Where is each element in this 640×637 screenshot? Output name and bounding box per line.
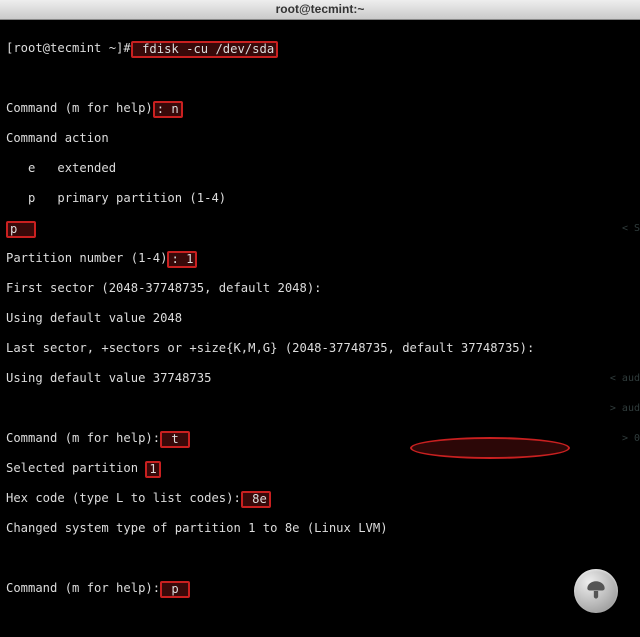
input-t: t [160, 431, 190, 448]
selected-partition-num: 1 [145, 461, 160, 478]
input-partnum: : 1 [167, 251, 197, 268]
input-n: : n [153, 101, 183, 118]
input-8e: 8e [241, 491, 271, 508]
partition-number-line: Partition number (1-4): 1 [6, 251, 634, 266]
blank [6, 71, 634, 86]
use-default-1: Using default value 2048 [6, 311, 634, 326]
oval-highlight-id-system [410, 437, 570, 459]
selected-partition: Selected partition 1 [6, 461, 634, 476]
input-p: p [6, 221, 36, 238]
blank [6, 551, 634, 566]
side-hint: < aud [610, 371, 640, 386]
cmd-help-3: Command (m for help): p [6, 581, 634, 596]
blank [6, 611, 634, 626]
window-titlebar: root@tecmint:~ [0, 0, 640, 20]
first-sector: First sector (2048-37748735, default 204… [6, 281, 634, 296]
side-hint: > 0 [622, 431, 640, 446]
changed-type: Changed system type of partition 1 to 8e… [6, 521, 634, 536]
opt-extended: e extended [6, 161, 634, 176]
side-hint: < S [622, 221, 640, 236]
last-sector: Last sector, +sectors or +size{K,M,G} (2… [6, 341, 634, 356]
cmd-fdisk: fdisk -cu /dev/sda [131, 41, 278, 58]
hex-code-line: Hex code (type L to list codes): 8e [6, 491, 634, 506]
prompt-prefix: [root@tecmint ~]# [6, 41, 131, 55]
cmd-action: Command action [6, 131, 634, 146]
use-default-2: Using default value 37748735< aud [6, 371, 634, 386]
side-hint: > aud [610, 401, 640, 416]
input-p-line: p < S [6, 221, 634, 236]
mushroom-icon [583, 578, 609, 604]
opt-primary: p primary partition (1-4) [6, 191, 634, 206]
input-p-print: p [160, 581, 190, 598]
blank: > aud [6, 401, 634, 416]
notification-bubble[interactable] [574, 569, 618, 613]
window-title: root@tecmint:~ [276, 2, 365, 17]
terminal-area[interactable]: [root@tecmint ~]# fdisk -cu /dev/sda Com… [0, 20, 640, 637]
prompt-line-1: [root@tecmint ~]# fdisk -cu /dev/sda [6, 41, 634, 56]
cmd-help-1: Command (m for help): n [6, 101, 634, 116]
